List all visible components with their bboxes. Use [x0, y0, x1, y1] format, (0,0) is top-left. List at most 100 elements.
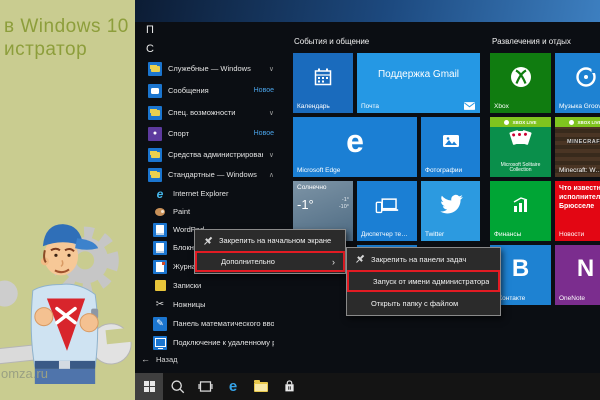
folder-icon — [148, 106, 162, 120]
pencil-icon: ✎ — [153, 317, 167, 331]
monitor-icon — [153, 336, 167, 350]
promo-panel: в Windows 10 · истратор — [0, 0, 135, 400]
weather-temperature: -1° — [297, 197, 314, 212]
windows-logo-icon — [144, 381, 155, 392]
search-icon — [170, 379, 185, 394]
envelope-icon — [464, 102, 475, 110]
app-section-letter-p[interactable]: П — [146, 24, 154, 36]
app-section-letter-s[interactable]: С — [146, 43, 154, 55]
twitter-bird-icon — [438, 194, 464, 216]
chevron-right-icon: › — [332, 257, 335, 267]
submenu-item-run-as-administrator[interactable]: Запуск от имени администратора — [347, 270, 500, 292]
tile-photos[interactable]: Фотографии — [421, 117, 480, 177]
start-button[interactable] — [135, 373, 163, 400]
menu-item-pin-to-start[interactable]: Закрепить на начальном экране — [195, 230, 345, 251]
tile-group-header-1: События и общение — [294, 37, 369, 46]
tile-onenote[interactable]: N OneNote — [555, 245, 600, 305]
folder-icon — [148, 62, 162, 76]
app-item-accessories[interactable]: Стандартные — Windows ∧ — [148, 165, 274, 184]
submenu-item-pin-to-taskbar[interactable]: Закрепить на панели задач — [347, 248, 500, 270]
submenu-item-open-file-location[interactable]: Открыть папку с файлом — [347, 292, 500, 314]
news-headline: Что известно исполнителе Брюсселе — [559, 185, 600, 211]
context-submenu: Закрепить на панели задач Запуск от имен… — [346, 247, 501, 316]
app-item-admin-tools[interactable]: Средства администрирован… ∨ — [148, 145, 274, 164]
new-badge: Новое — [254, 130, 274, 137]
edge-icon: e — [229, 378, 237, 395]
tile-twitter[interactable]: Twitter — [421, 181, 480, 241]
chevron-down-icon[interactable]: ∨ — [269, 65, 274, 73]
app-item-paint[interactable]: Paint — [153, 202, 274, 221]
site-watermark: omza.ru — [1, 366, 48, 381]
back-label: Назад — [156, 355, 178, 364]
taskbar-edge-button[interactable]: e — [219, 373, 247, 400]
xbox-live-banner: XBOX LIVE — [490, 117, 551, 127]
internet-explorer-icon: e — [153, 187, 167, 201]
devices-icon — [375, 197, 399, 214]
tile-xbox[interactable]: Xbox — [490, 53, 551, 113]
tile-calendar[interactable]: Календарь — [293, 53, 353, 113]
notepad-icon — [153, 241, 167, 255]
app-item-sport[interactable]: ● Спорт Новое — [148, 124, 274, 143]
chevron-up-icon[interactable]: ∧ — [269, 171, 274, 179]
file-explorer-icon — [254, 382, 268, 392]
back-arrow-icon: ← — [141, 354, 150, 364]
promo-title-line1: в Windows 10 · — [4, 16, 135, 38]
menu-item-more[interactable]: Дополнительно › — [195, 251, 345, 272]
app-item-remote-desktop[interactable]: Подключение к удаленному р… — [153, 333, 274, 352]
taskbar-file-explorer-button[interactable] — [247, 373, 275, 400]
edge-logo-icon: e — [346, 123, 364, 160]
chevron-down-icon[interactable]: ∨ — [269, 109, 274, 117]
weather-hi-lo: -1° -10° — [339, 197, 349, 211]
promo-title-line2: истратор — [4, 39, 87, 61]
taskbar-store-button[interactable] — [275, 373, 303, 400]
tile-phone-companion[interactable]: Диспетчер те… — [357, 181, 417, 241]
app-item-internet-explorer[interactable]: e Internet Explorer — [153, 184, 274, 203]
xbox-ball-icon — [569, 120, 574, 125]
tile-groove-music[interactable]: Музыка Groove — [555, 53, 600, 113]
app-item-ease-of-access[interactable]: Спец. возможности ∨ — [148, 103, 274, 122]
folder-icon — [148, 148, 162, 162]
app-item-windows-system[interactable]: Служебные — Windows ∨ — [148, 59, 274, 78]
task-view-button[interactable] — [191, 373, 219, 400]
playing-cards-icon — [490, 131, 551, 144]
store-icon — [282, 379, 297, 394]
chat-bubble-icon — [148, 84, 162, 98]
finance-chart-icon — [511, 195, 531, 215]
tile-minecraft[interactable]: XBOX LIVE MINECRAFT Minecraft: W… — [555, 117, 600, 177]
photos-icon — [441, 131, 461, 151]
mail-live-headline: Поддержка Gmail — [357, 69, 480, 80]
taskbar-search-button[interactable] — [163, 373, 191, 400]
minecraft-logo: MINECRAFT — [555, 139, 600, 145]
paint-palette-icon — [153, 205, 167, 219]
weather-condition: Солнечно — [297, 184, 327, 191]
xbox-icon — [509, 65, 533, 89]
start-menu: П С Служебные — Windows ∨ Сообщения Ново… — [135, 22, 600, 373]
task-view-icon — [198, 380, 213, 393]
pin-icon — [355, 254, 365, 264]
tile-edge[interactable]: e Microsoft Edge — [293, 117, 417, 177]
tile-group-header-2: Развлечения и отдых — [492, 37, 571, 46]
folder-icon — [148, 168, 162, 182]
vk-logo-icon: B — [512, 255, 529, 283]
app-item-messaging[interactable]: Сообщения Новое — [148, 81, 274, 100]
groove-music-icon — [574, 65, 598, 89]
sticky-note-icon — [153, 279, 167, 293]
sport-icon: ● — [148, 127, 162, 141]
tile-mail[interactable]: Поддержка Gmail Почта — [357, 53, 480, 113]
calendar-icon — [313, 67, 333, 87]
app-item-math-input[interactable]: ✎ Панель математического ввода — [153, 314, 274, 333]
tile-solitaire[interactable]: XBOX LIVE Microsoft Solitaire Collection — [490, 117, 551, 177]
back-button[interactable]: ← Назад — [141, 352, 261, 366]
chevron-down-icon[interactable]: ∨ — [269, 151, 274, 159]
app-item-snipping-tool[interactable]: ✂ Ножницы — [153, 295, 274, 314]
scissors-icon: ✂ — [153, 298, 167, 312]
new-badge: Новое — [254, 87, 274, 94]
onenote-logo-icon: N — [577, 255, 594, 283]
taskbar: e — [135, 373, 600, 400]
screenshot-root: П С Служебные — Windows ∨ Сообщения Ново… — [0, 0, 600, 400]
document-icon — [153, 223, 167, 237]
tile-news[interactable]: Что известно исполнителе Брюсселе Новост… — [555, 181, 600, 241]
xbox-live-banner: XBOX LIVE — [555, 117, 600, 127]
tile-finance[interactable]: Финансы — [490, 181, 551, 241]
app-item-sticky-notes[interactable]: Записки — [153, 276, 274, 295]
